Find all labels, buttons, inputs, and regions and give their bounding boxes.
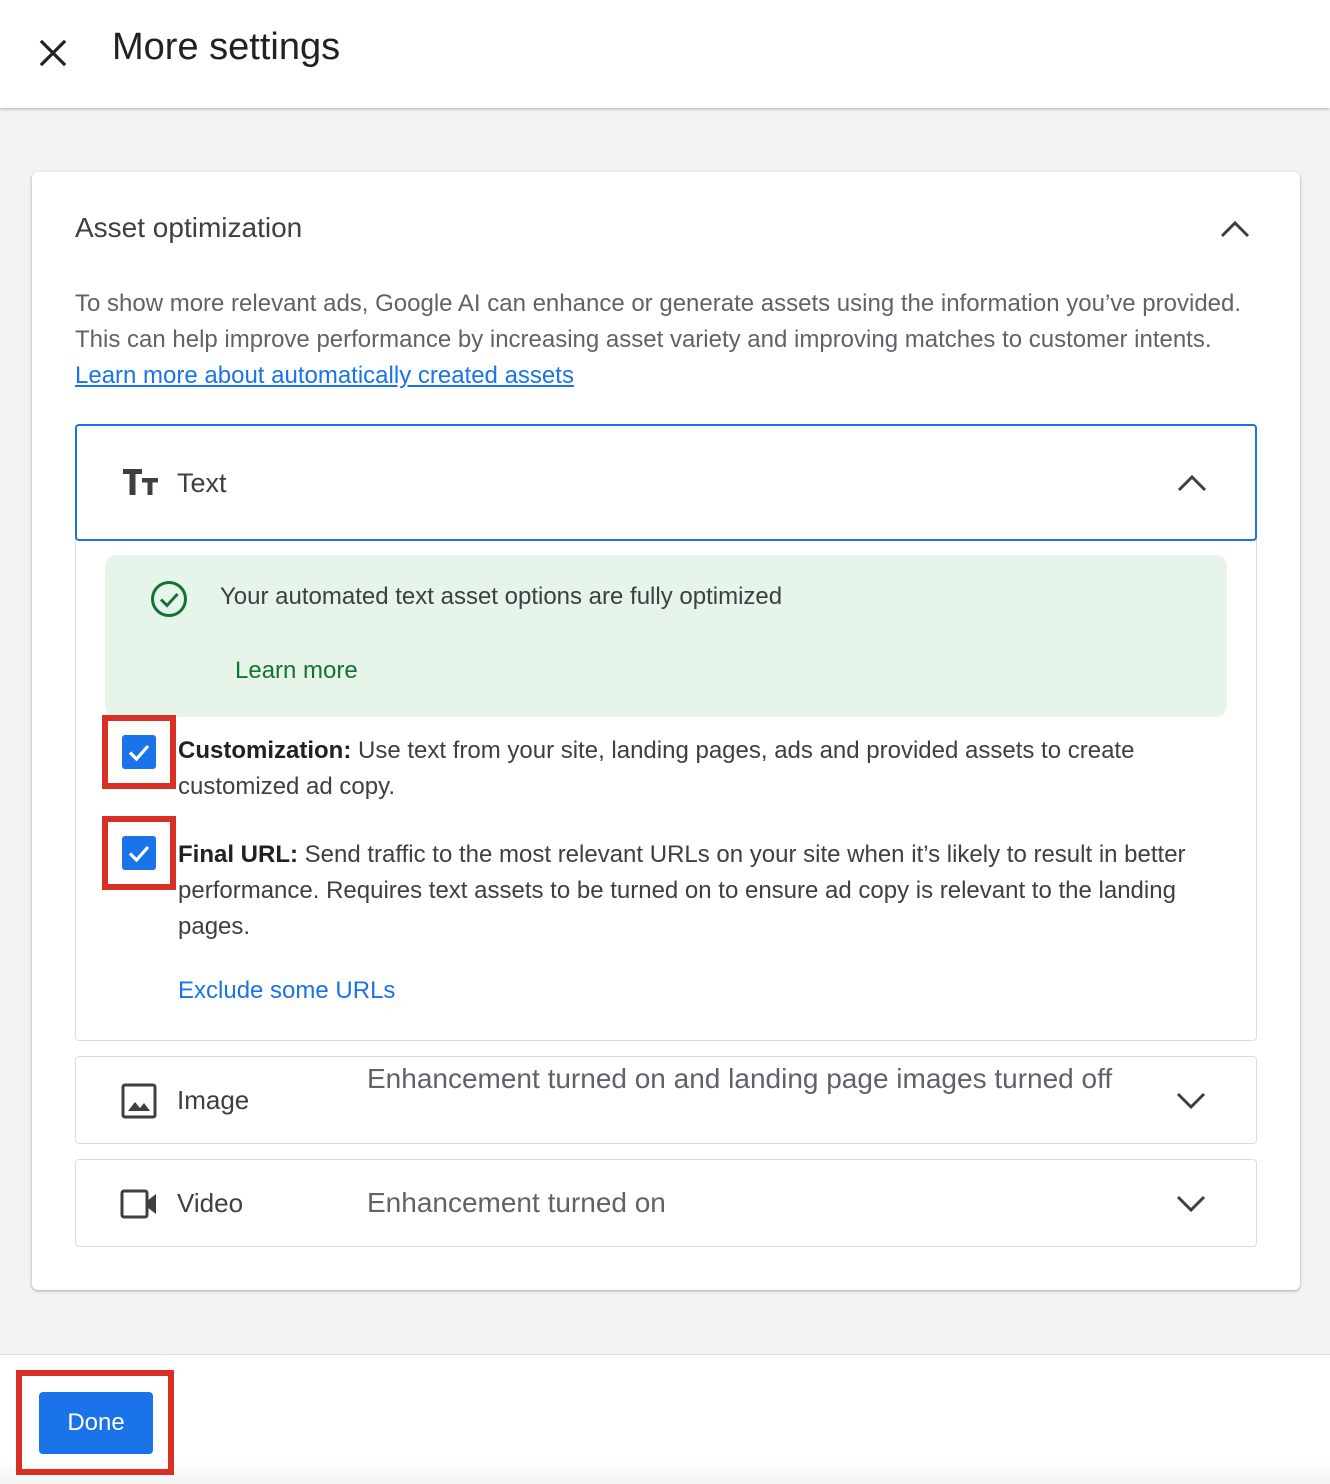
text-section-label: Text bbox=[177, 468, 227, 498]
optimized-banner: Your automated text asset options are fu… bbox=[105, 555, 1227, 717]
exclude-urls-link[interactable]: Exclude some URLs bbox=[178, 977, 395, 1005]
chevron-up-icon bbox=[1175, 466, 1209, 500]
final-url-checkbox[interactable] bbox=[122, 836, 156, 870]
text-section-header[interactable]: Text bbox=[75, 424, 1257, 541]
chevron-down-icon bbox=[1174, 1083, 1208, 1117]
check-circle-icon bbox=[149, 579, 189, 619]
chevron-up-icon[interactable] bbox=[1218, 212, 1252, 246]
customization-option: Customization: Use text from your site, … bbox=[178, 733, 1208, 805]
final-url-option: Final URL: Send traffic to the most rele… bbox=[178, 837, 1208, 945]
image-section-header[interactable]: Image Enhancement turned on and landing … bbox=[75, 1056, 1257, 1144]
customization-checkbox[interactable] bbox=[122, 735, 156, 769]
asset-optimization-card: Asset optimization To show more relevant… bbox=[32, 172, 1300, 1290]
final-url-text: Send traffic to the most relevant URLs o… bbox=[178, 841, 1186, 940]
top-bar: More settings bbox=[0, 0, 1330, 108]
video-section-status: Enhancement turned on bbox=[367, 1187, 666, 1218]
bottom-action-bar: Done bbox=[0, 1354, 1330, 1484]
done-button[interactable]: Done bbox=[39, 1392, 153, 1454]
customization-checkbox-highlight bbox=[102, 715, 176, 789]
done-button-highlight: Done bbox=[16, 1370, 174, 1475]
card-title: Asset optimization bbox=[75, 212, 303, 243]
text-section: Text Your automated text asset options a… bbox=[75, 424, 1257, 1041]
learn-more-assets-link[interactable]: Learn more about automatically created a… bbox=[75, 362, 574, 389]
video-section-header[interactable]: Video Enhancement turned on bbox=[75, 1159, 1257, 1247]
customization-title: Customization: bbox=[178, 737, 352, 764]
image-section-status: Enhancement turned on and landing page i… bbox=[367, 1063, 1113, 1094]
banner-message: Your automated text asset options are fu… bbox=[220, 583, 783, 610]
final-url-title: Final URL: bbox=[178, 841, 298, 868]
chevron-down-icon bbox=[1174, 1186, 1208, 1220]
video-icon bbox=[120, 1185, 158, 1223]
text-format-icon bbox=[121, 464, 161, 500]
banner-learn-more-link[interactable]: Learn more bbox=[235, 657, 358, 685]
description-text: To show more relevant ads, Google AI can… bbox=[75, 290, 1242, 353]
close-icon[interactable] bbox=[34, 34, 72, 72]
page-title: More settings bbox=[112, 26, 341, 68]
card-description: To show more relevant ads, Google AI can… bbox=[75, 286, 1245, 394]
final-url-checkbox-highlight bbox=[102, 816, 176, 890]
video-section-label: Video bbox=[177, 1188, 244, 1218]
image-icon bbox=[120, 1082, 158, 1120]
image-section-label: Image bbox=[177, 1085, 250, 1115]
